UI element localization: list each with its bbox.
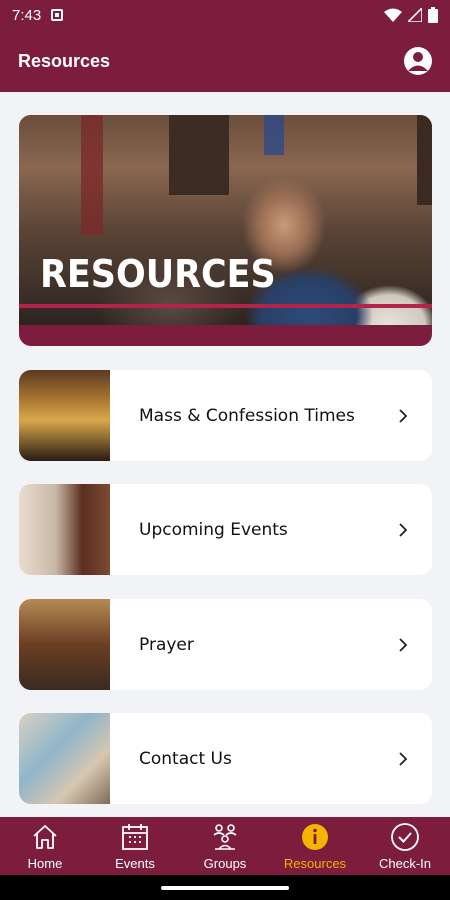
status-icons [384, 7, 438, 23]
page-title: Resources [18, 50, 111, 71]
notification-icon [51, 9, 64, 21]
status-time: 7:43 [12, 6, 42, 24]
chevron-right-icon [399, 637, 408, 652]
hero-title: RESOURCES [40, 252, 276, 296]
events-thumbnail [19, 484, 110, 575]
wifi-icon [384, 8, 402, 22]
mass-thumbnail [19, 370, 110, 461]
prayer-thumbnail [19, 599, 110, 690]
nav-resources[interactable]: Resources [270, 817, 360, 875]
status-bar: 7:43 [0, 0, 450, 30]
nav-events-label: Events [115, 855, 155, 871]
content-scroll[interactable]: RESOURCES Mass & Confession Times Upcomi… [0, 92, 450, 817]
info-icon [302, 823, 328, 850]
nav-home-label: Home [27, 855, 63, 871]
nav-groups-label: Groups [203, 855, 247, 871]
nav-groups[interactable]: Groups [180, 817, 270, 875]
card-label: Upcoming Events [139, 519, 288, 540]
check-circle-icon [391, 822, 419, 851]
system-gesture-bar [0, 875, 450, 900]
nav-home[interactable]: Home [0, 817, 90, 875]
hero-accent-line [19, 304, 432, 308]
chevron-right-icon [399, 751, 408, 766]
battery-icon [428, 7, 438, 23]
signal-icon [408, 8, 422, 22]
card-contact-us[interactable]: Contact Us [19, 713, 432, 804]
calendar-icon [122, 823, 148, 850]
card-prayer[interactable]: Prayer [19, 599, 432, 690]
card-label: Mass & Confession Times [139, 405, 355, 426]
card-label: Prayer [139, 634, 194, 655]
card-upcoming-events[interactable]: Upcoming Events [19, 484, 432, 575]
nav-check-in-label: Check-In [378, 855, 432, 871]
bottom-nav: Home Events Groups Resources Check-In [0, 817, 450, 875]
avatar-icon [408, 52, 428, 71]
home-gesture-handle[interactable] [161, 886, 289, 890]
groups-icon [213, 823, 237, 850]
contact-thumbnail [19, 713, 110, 804]
app-bar: Resources [0, 30, 450, 92]
chevron-right-icon [399, 522, 408, 537]
card-label: Contact Us [139, 748, 232, 769]
nav-events[interactable]: Events [90, 817, 180, 875]
nav-resources-label: Resources [283, 855, 347, 871]
chevron-right-icon [399, 408, 408, 423]
profile-button[interactable] [404, 47, 432, 75]
nav-check-in[interactable]: Check-In [360, 817, 450, 875]
resources-hero-banner: RESOURCES [19, 115, 432, 346]
card-mass-confession-times[interactable]: Mass & Confession Times [19, 370, 432, 461]
home-icon [33, 824, 57, 849]
